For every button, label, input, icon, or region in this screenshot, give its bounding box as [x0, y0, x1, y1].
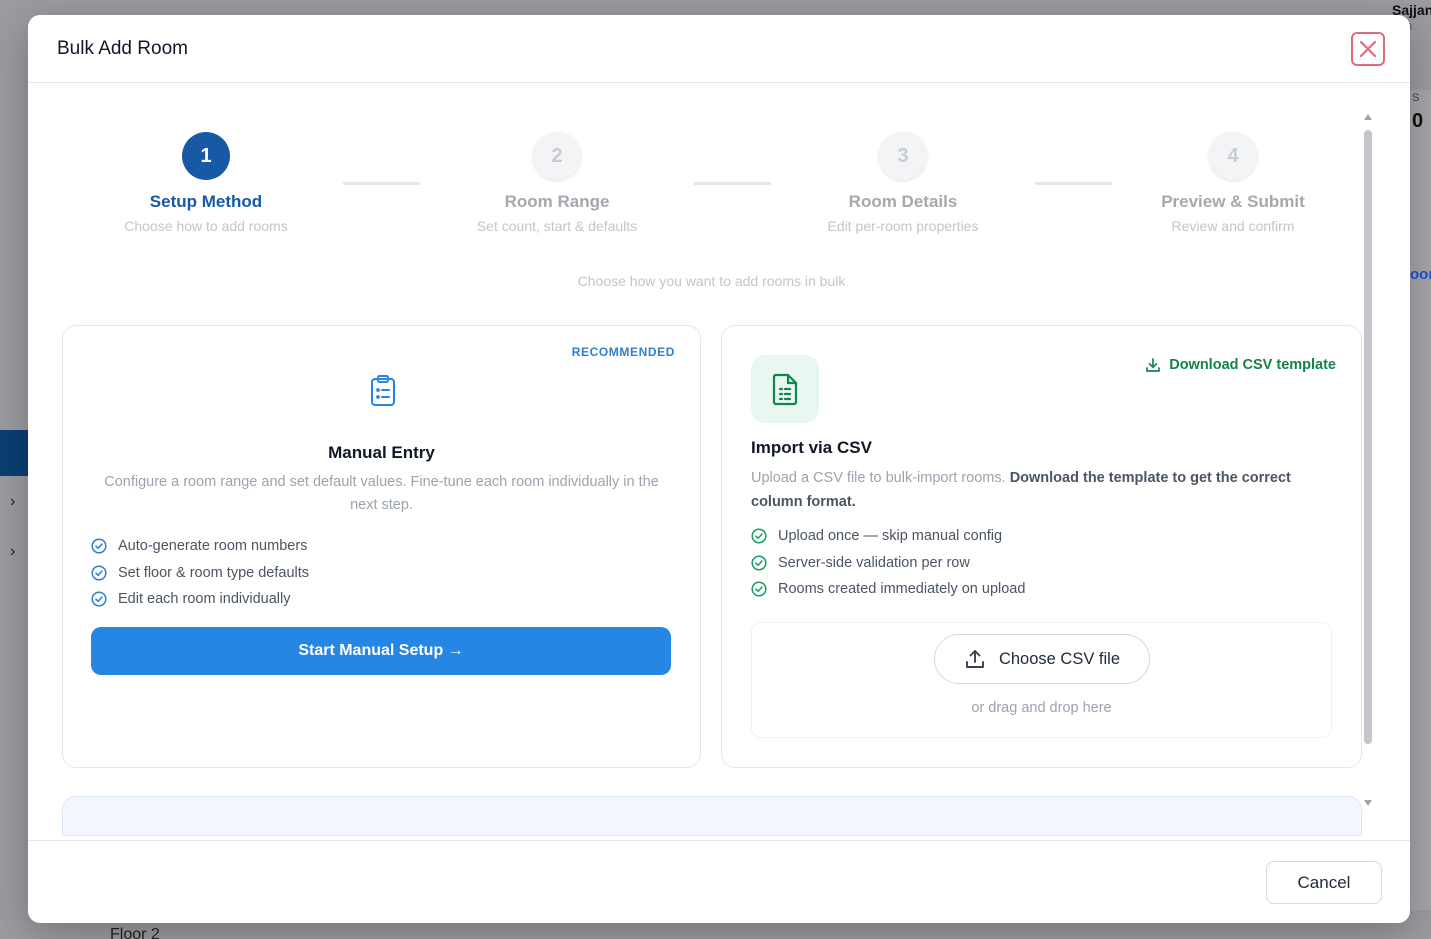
- csv-feature-list: Upload once — skip manual config Server-…: [751, 523, 1025, 603]
- step-room-range: 2 Room Range Set count, start & defaults: [427, 132, 687, 234]
- cancel-button[interactable]: Cancel: [1266, 861, 1382, 904]
- feature-text: Auto-generate room numbers: [118, 538, 308, 555]
- step-number: 2: [533, 132, 581, 180]
- step-number: 1: [182, 132, 230, 180]
- list-item: Edit each room individually: [91, 586, 309, 613]
- close-icon: [1359, 40, 1377, 58]
- feature-text: Rooms created immediately on upload: [778, 581, 1026, 598]
- csv-icon-container: [751, 355, 819, 423]
- step-title: Room Range: [504, 192, 610, 211]
- csv-import-card: Download CSV template Import via CSV Upl…: [721, 325, 1362, 768]
- csv-import-title: Import via CSV: [751, 438, 872, 457]
- step-setup-method: 1 Setup Method Choose how to add rooms: [76, 132, 336, 234]
- csv-import-description: Upload a CSV file to bulk-import rooms. …: [751, 466, 1341, 514]
- csv-file-icon: [772, 373, 798, 406]
- list-item: Auto-generate room numbers: [91, 533, 309, 560]
- step-connector: [343, 182, 420, 185]
- step-subtitle: Review and confirm: [1171, 218, 1295, 234]
- upload-icon: [966, 650, 984, 668]
- download-icon: [1146, 358, 1161, 372]
- background-sidebar-active-item: [0, 430, 28, 476]
- intro-text: Choose how you want to add rooms in bulk: [577, 273, 846, 289]
- step-room-details: 3 Room Details Edit per-room properties: [773, 132, 1033, 234]
- manual-entry-card[interactable]: RECOMMENDED Manual Entry Configure a roo…: [62, 325, 701, 768]
- check-circle-icon: [751, 555, 767, 571]
- check-circle-icon: [91, 591, 107, 607]
- manual-entry-title: Manual Entry: [328, 443, 435, 462]
- feature-text: Server-side validation per row: [778, 554, 970, 571]
- download-csv-template-label: Download CSV template: [1169, 357, 1336, 373]
- scroll-down-arrow-icon[interactable]: [1364, 800, 1372, 806]
- feature-text: Edit each room individually: [118, 591, 291, 608]
- clipboard-list-icon: [371, 375, 395, 406]
- list-item: Server-side validation per row: [751, 550, 1025, 577]
- list-item: Rooms created immediately on upload: [751, 576, 1025, 603]
- modal-header: Bulk Add Room: [28, 15, 1410, 83]
- step-subtitle: Set count, start & defaults: [476, 218, 638, 234]
- check-circle-icon: [91, 538, 107, 554]
- info-panel: [62, 796, 1362, 836]
- modal-footer: Cancel: [28, 840, 1410, 923]
- manual-feature-list: Auto-generate room numbers Set floor & r…: [91, 533, 309, 613]
- step-connector: [1035, 182, 1112, 185]
- choose-csv-file-button[interactable]: Choose CSV file: [934, 634, 1150, 684]
- scrollbar-thumb[interactable]: [1364, 130, 1372, 744]
- background-stat-label: S: [1412, 92, 1420, 104]
- feature-text: Upload once — skip manual config: [778, 528, 1003, 545]
- check-circle-icon: [91, 565, 107, 581]
- modal-scrollbar[interactable]: [1364, 114, 1372, 816]
- step-subtitle: Edit per-room properties: [827, 218, 979, 234]
- background-stat-value: 0: [1412, 110, 1424, 132]
- download-csv-template-link[interactable]: Download CSV template: [1145, 357, 1336, 373]
- csv-description-text: Upload a CSV file to bulk-import rooms.: [751, 470, 1010, 486]
- step-connector: [694, 182, 771, 185]
- step-number: 4: [1209, 132, 1257, 180]
- choose-csv-file-label: Choose CSV file: [998, 649, 1121, 668]
- step-number: 3: [879, 132, 927, 180]
- background-link-fragment: oon: [1410, 266, 1431, 283]
- close-button[interactable]: [1351, 32, 1385, 66]
- start-manual-setup-button[interactable]: Start Manual Setup →: [91, 627, 671, 675]
- csv-dropzone[interactable]: Choose CSV file or drag and drop here: [751, 622, 1332, 738]
- list-item: Set floor & room type defaults: [91, 560, 309, 587]
- step-subtitle: Choose how to add rooms: [124, 218, 288, 234]
- bulk-add-room-modal: Bulk Add Room 1 Setup Method Choose how …: [28, 15, 1410, 923]
- list-item: Upload once — skip manual config: [751, 523, 1025, 550]
- check-circle-icon: [751, 581, 767, 597]
- background-floor-label: Floor 2: [110, 926, 160, 939]
- background-chevron-icon: ›: [10, 543, 16, 560]
- step-title: Setup Method: [149, 192, 263, 211]
- feature-text: Set floor & room type defaults: [118, 564, 310, 581]
- manual-entry-description: Configure a room range and set default v…: [104, 474, 659, 513]
- step-title: Preview & Submit: [1161, 192, 1305, 211]
- drag-drop-hint: or drag and drop here: [971, 700, 1112, 716]
- background-chevron-icon: ›: [10, 493, 16, 510]
- check-circle-icon: [751, 528, 767, 544]
- step-preview-submit: 4 Preview & Submit Review and confirm: [1103, 132, 1363, 234]
- scroll-up-arrow-icon[interactable]: [1364, 114, 1372, 120]
- modal-title: Bulk Add Room: [57, 37, 188, 59]
- step-title: Room Details: [848, 192, 958, 211]
- recommended-badge: RECOMMENDED: [571, 345, 675, 359]
- modal-body: 1 Setup Method Choose how to add rooms 2…: [28, 84, 1410, 840]
- background-right-panel: [1410, 90, 1431, 910]
